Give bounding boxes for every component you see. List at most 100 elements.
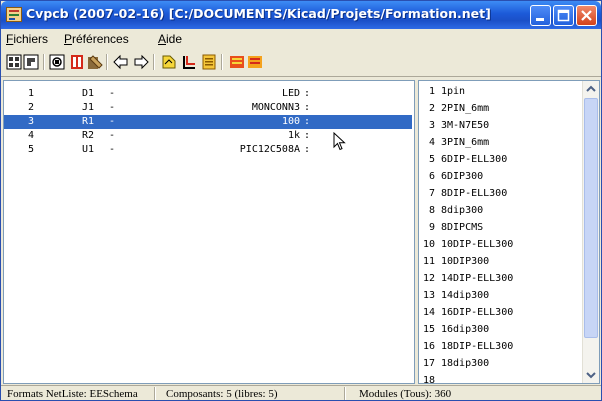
minimize-button[interactable] — [530, 5, 551, 26]
scroll-down-button[interactable] — [583, 367, 599, 383]
module-name: 16DIP-ELL300 — [441, 307, 514, 318]
module-row[interactable]: 6 6DIP300 — [419, 170, 579, 184]
menu-aide-label: ide — [166, 32, 183, 46]
module-name: 6DIP300 — [441, 171, 484, 182]
module-number: 13 — [422, 290, 435, 301]
module-row[interactable]: 17 18dip300 — [419, 357, 579, 371]
module-name: 18dip300 — [441, 358, 490, 369]
filter-icon — [230, 56, 244, 68]
menu-bar: Fichiers Préférences Aide — [1, 29, 601, 48]
module-row[interactable]: 2 2PIN_6mm — [419, 102, 579, 116]
module-row[interactable]: 15 16dip300 — [419, 323, 579, 337]
modules-scrollbar[interactable] — [582, 81, 599, 383]
module-number: 5 — [428, 154, 435, 165]
component-value: LED — [281, 88, 300, 99]
component-number: 2 — [27, 102, 34, 113]
filter-all-icon — [248, 56, 262, 68]
next-button[interactable] — [133, 54, 149, 70]
status-format: Formats NetListe: EESchema — [7, 388, 138, 400]
module-row[interactable]: 16 18DIP-ELL300 — [419, 340, 579, 354]
component-row[interactable]: 1 D1 - LED: — [4, 87, 412, 101]
module-row[interactable]: 13 14dip300 — [419, 289, 579, 303]
close-button[interactable] — [576, 5, 597, 26]
save-netlist-button[interactable] — [23, 54, 39, 70]
documentation-button[interactable] — [201, 54, 217, 70]
component-value: MONCONN3 — [251, 102, 300, 113]
components-list[interactable]: 1 D1 - LED: 2 J1 - MONCONN3: 3 R1 - 100: 4 R2 - 1k: 5 U1 -… — [3, 80, 415, 384]
maximize-icon — [557, 9, 570, 22]
title-bar[interactable]: Cvpcb (2007-02-16) [C:/DOCUMENTS/Kicad/P… — [1, 1, 601, 29]
module-name: 2PIN_6mm — [441, 103, 490, 114]
module-row[interactable]: 12 14DIP-ELL300 — [419, 272, 579, 286]
module-number: 18 — [422, 375, 435, 384]
footprint-view-button[interactable] — [87, 54, 103, 70]
module-name: 3M-N7E50 — [441, 120, 490, 131]
module-row[interactable]: 8 8dip300 — [419, 204, 579, 218]
module-name: 8DIPCMS — [441, 222, 484, 233]
menu-fichiers[interactable]: Fichiers — [6, 32, 48, 46]
module-name: 18DIP-ELL300 — [441, 341, 514, 352]
delete-association-button[interactable] — [181, 54, 197, 70]
menu-preferences[interactable]: Préférences — [64, 32, 129, 46]
scroll-up-button[interactable] — [583, 81, 599, 97]
module-row[interactable]: 14 16DIP-ELL300 — [419, 306, 579, 320]
component-number: 5 — [27, 144, 34, 155]
component-row[interactable]: 3 R1 - 100: — [4, 115, 412, 129]
module-number: 11 — [422, 256, 435, 267]
close-icon — [581, 10, 592, 21]
module-name: 1pin — [441, 86, 466, 97]
module-name: 10DIP300 — [441, 256, 490, 267]
menu-aide[interactable]: Aide — [158, 32, 182, 46]
library-button[interactable] — [49, 54, 65, 70]
maximize-button[interactable] — [553, 5, 574, 26]
open-netlist-icon — [6, 54, 22, 70]
window-title: Cvpcb (2007-02-16) [C:/DOCUMENTS/Kicad/P… — [26, 6, 491, 21]
module-row[interactable]: 9 8DIPCMS — [419, 221, 579, 235]
modules-list[interactable]: 1 1pin 2 2PIN_6mm 3 3M-N7E50 4 3PIN_6mm 5 6DIP-EL… — [418, 80, 600, 384]
module-name: 8dip300 — [441, 205, 484, 216]
component-number: 3 — [27, 116, 34, 127]
component-colon: : — [304, 116, 311, 127]
module-number: 12 — [422, 273, 435, 284]
module-row[interactable]: 5 6DIP-ELL300 — [419, 153, 579, 167]
module-row[interactable]: 3 3M-N7E50 — [419, 119, 579, 133]
module-row[interactable]: 10 10DIP-ELL300 — [419, 238, 579, 252]
previous-button[interactable] — [113, 54, 129, 70]
component-colon: : — [304, 130, 311, 141]
config-icon — [71, 55, 83, 69]
module-number: 16 — [422, 341, 435, 352]
component-row[interactable]: 5 U1 - PIC12C508A: — [4, 143, 412, 157]
auto-associate-button[interactable] — [161, 54, 177, 70]
component-colon: : — [304, 102, 311, 113]
component-reference: U1 — [82, 144, 95, 155]
menu-fichiers-label: ichiers — [13, 32, 49, 46]
config-button[interactable] — [69, 54, 85, 70]
module-name: 3PIN_6mm — [441, 137, 490, 148]
module-number: 4 — [428, 137, 435, 148]
scroll-thumb[interactable] — [584, 98, 598, 338]
module-number: 6 — [428, 171, 435, 182]
component-number: 4 — [27, 130, 34, 141]
module-row[interactable]: 18 — [419, 374, 579, 384]
menu-preferences-mnemonic: P — [64, 32, 73, 46]
minimize-icon — [536, 18, 544, 21]
module-name: 16dip300 — [441, 324, 490, 335]
chevron-down-icon — [586, 372, 596, 379]
open-netlist-button[interactable] — [6, 54, 22, 70]
module-row[interactable]: 11 10DIP300 — [419, 255, 579, 269]
module-name: 6DIP-ELL300 — [441, 154, 508, 165]
component-separator: - — [109, 144, 116, 155]
save-netlist-icon — [23, 54, 39, 70]
filter-button[interactable] — [229, 54, 245, 70]
module-row[interactable]: 4 3PIN_6mm — [419, 136, 579, 150]
module-number: 2 — [428, 103, 435, 114]
module-row[interactable]: 7 8DIP-ELL300 — [419, 187, 579, 201]
auto-assoc-icon — [162, 55, 176, 69]
component-row[interactable]: 4 R2 - 1k: — [4, 129, 412, 143]
component-separator: - — [109, 102, 116, 113]
module-row[interactable]: 1 1pin — [419, 85, 579, 99]
filter-all-button[interactable] — [247, 54, 263, 70]
status-bar: Formats NetListe: EESchema Composants: 5… — [1, 385, 601, 400]
chevron-up-icon — [586, 85, 596, 92]
component-row[interactable]: 2 J1 - MONCONN3: — [4, 101, 412, 115]
